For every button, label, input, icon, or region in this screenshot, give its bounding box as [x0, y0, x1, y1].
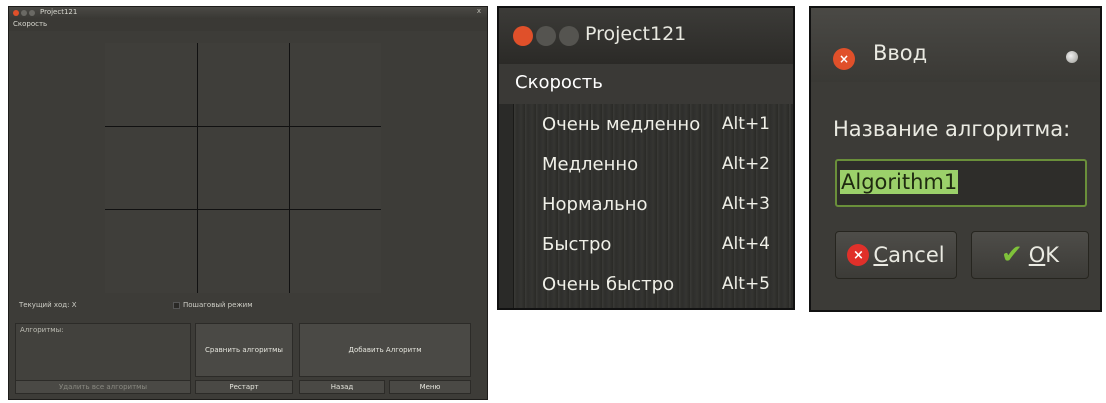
grid-line: [197, 43, 198, 293]
window-title: Project121: [40, 8, 78, 16]
maximize-icon[interactable]: [559, 26, 579, 46]
menu-item-fast[interactable]: Быстро Alt+4: [514, 226, 792, 266]
menu-item-shortcut: Alt+5: [721, 274, 770, 294]
speed-dropdown: Очень медленно Alt+1 Медленно Alt+2 Норм…: [513, 104, 791, 308]
menu-item-slow[interactable]: Медленно Alt+2: [514, 146, 792, 186]
menu-item-very-fast[interactable]: Очень быстро Alt+5: [514, 266, 792, 306]
delete-all-algorithms-button[interactable]: Удалить все алгоритмы: [15, 380, 191, 394]
menu-item-shortcut: Alt+4: [721, 234, 770, 254]
close-icon[interactable]: [513, 26, 533, 46]
title-bar: Project121 x: [9, 7, 487, 19]
menu-item-very-slow[interactable]: Очень медленно Alt+1: [514, 106, 792, 146]
close-icon[interactable]: ×: [833, 48, 855, 70]
algorithms-label: Алгоритмы:: [20, 326, 64, 334]
prompt-label: Название алгоритма:: [833, 117, 1071, 141]
speed-menu-window: Project121 Скорость Очень медленно Alt+1…: [497, 6, 795, 310]
menu-item-normal[interactable]: Нормально Alt+3: [514, 186, 792, 226]
restart-button[interactable]: Рестарт: [195, 380, 293, 394]
grid-line: [105, 126, 381, 127]
menu-speed[interactable]: Скорость: [13, 20, 47, 28]
compare-algorithms-button[interactable]: Сравнить алгоритмы: [195, 323, 293, 377]
maximize-icon[interactable]: [29, 10, 35, 16]
step-mode-checkbox[interactable]: [173, 302, 180, 309]
menu-bar: Скорость: [9, 19, 487, 31]
main-window: Project121 x Скорость Текущий ход: X Пош…: [8, 6, 488, 400]
minimize-icon[interactable]: [536, 26, 556, 46]
menu-item-label: Очень медленно: [542, 114, 701, 135]
cancel-mnemonic: C: [873, 243, 889, 267]
add-algorithm-button[interactable]: Добавить Алгоритм: [299, 323, 471, 377]
game-board[interactable]: [105, 43, 381, 293]
input-dialog: × Ввод Название алгоритма: Algorithm1 × …: [809, 6, 1102, 312]
menu-item-shortcut: Alt+2: [721, 154, 770, 174]
menu-button[interactable]: Меню: [389, 380, 471, 394]
dialog-title: Ввод: [873, 41, 928, 65]
grid-line: [105, 209, 381, 210]
step-mode-label: Пошаговый режим: [183, 301, 253, 309]
ok-mnemonic: O: [1028, 243, 1046, 267]
title-bar: × Ввод: [811, 8, 1100, 82]
algorithms-list[interactable]: Алгоритмы:: [15, 323, 191, 387]
selected-text: Algorithm1: [840, 170, 959, 194]
menu-speed[interactable]: Скорость: [515, 72, 603, 93]
grid-line: [289, 43, 290, 293]
back-button[interactable]: Назад: [299, 380, 385, 394]
check-icon: ✔: [1000, 240, 1023, 270]
cancel-label: ancel: [888, 243, 945, 267]
menu-item-shortcut: Alt+3: [721, 194, 770, 214]
minimize-icon[interactable]: [21, 10, 27, 16]
close-icon[interactable]: [13, 10, 19, 16]
title-close-mark[interactable]: x: [477, 7, 481, 15]
menu-item-shortcut: Alt+1: [721, 114, 770, 134]
pin-icon[interactable]: [1066, 51, 1078, 63]
menu-item-label: Нормально: [542, 194, 648, 215]
ok-label: K: [1045, 243, 1060, 267]
algorithm-name-input[interactable]: Algorithm1: [835, 159, 1087, 207]
window-title: Project121: [585, 23, 687, 45]
cancel-icon: ×: [847, 244, 870, 266]
title-bar: Project121: [499, 8, 793, 64]
ok-button[interactable]: ✔ OK: [971, 231, 1089, 279]
cancel-button[interactable]: × Cancel: [835, 231, 957, 279]
menu-item-label: Очень быстро: [542, 274, 675, 295]
menu-item-label: Быстро: [542, 234, 612, 255]
menu-item-label: Медленно: [542, 154, 639, 175]
current-move-label: Текущий ход: X: [19, 301, 77, 309]
